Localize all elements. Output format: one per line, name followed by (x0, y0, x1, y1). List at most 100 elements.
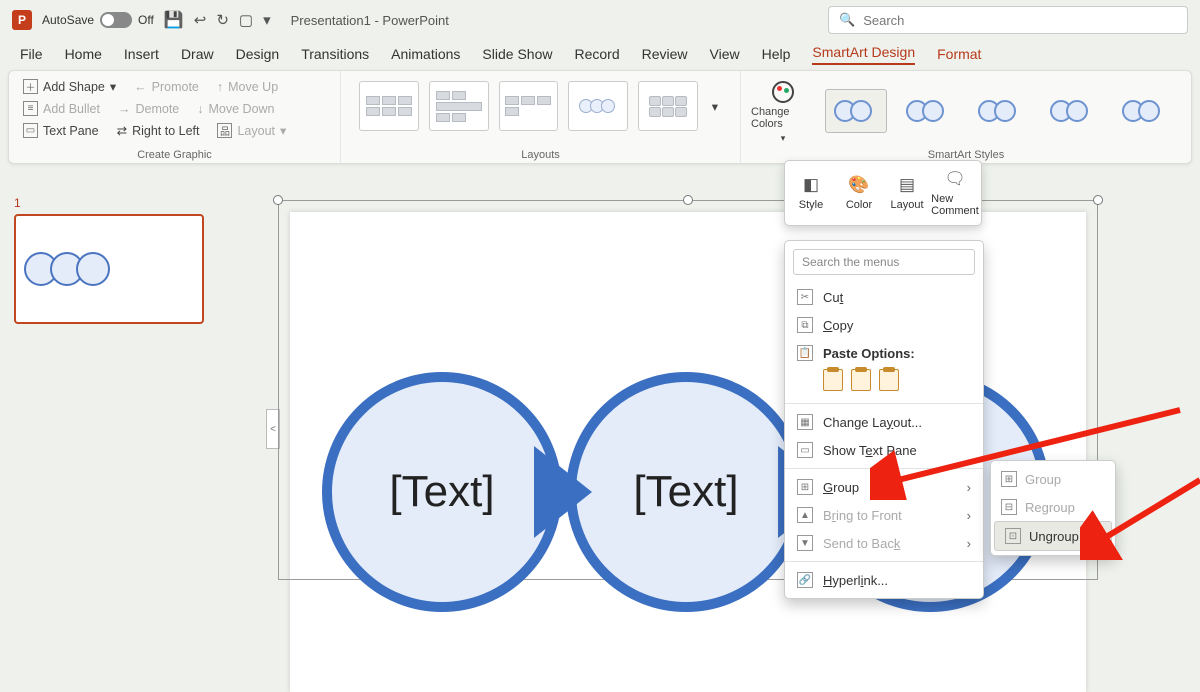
layout-option-5[interactable] (638, 81, 698, 131)
layout-mini-icon: ▤ (899, 175, 915, 195)
autosave-toggle[interactable]: AutoSave Off (42, 12, 154, 28)
app-icon: P (12, 10, 32, 30)
mini-toolbar: ◧Style 🎨Color ▤Layout 🗨New Comment (784, 160, 982, 226)
tab-design[interactable]: Design (236, 46, 280, 62)
text-pane-icon: ▭ (23, 123, 38, 138)
resize-handle-icon[interactable] (273, 195, 283, 205)
add-shape-button[interactable]: ＋Add Shape ▾ (19, 77, 120, 96)
tab-animations[interactable]: Animations (391, 46, 460, 62)
tab-smartart-design[interactable]: SmartArt Design (812, 44, 915, 65)
style-option-1[interactable] (825, 89, 887, 133)
smartart-arrow-1 (534, 446, 592, 538)
shape-text-2: [Text] (633, 467, 738, 517)
menu-bring-to-front: ▲Bring to Front› (785, 501, 983, 529)
smartart-shape-2[interactable]: [Text] (566, 372, 806, 612)
search-placeholder: Search (863, 13, 904, 28)
tab-record[interactable]: Record (574, 46, 619, 62)
tab-format[interactable]: Format (937, 46, 981, 62)
change-layout-icon: ▦ (797, 414, 813, 430)
menu-paste-options-label: 📋Paste Options: (785, 339, 983, 367)
move-up-button[interactable]: ↑Move Up (213, 77, 282, 96)
mini-new-comment-button[interactable]: 🗨New Comment (931, 165, 979, 221)
resize-handle-icon[interactable] (1093, 195, 1103, 205)
rtl-icon: ⇄ (117, 123, 127, 138)
arrow-down-icon: ↓ (197, 102, 203, 116)
document-title: Presentation1 - PowerPoint (291, 13, 449, 28)
add-shape-icon: ＋ (23, 79, 38, 94)
layout-option-1[interactable] (359, 81, 419, 131)
tab-review[interactable]: Review (642, 46, 688, 62)
smartart-shape-1[interactable]: [Text] (322, 372, 562, 612)
paste-option-3[interactable] (879, 369, 899, 391)
search-input[interactable]: 🔍 Search (828, 6, 1188, 34)
mini-layout-button[interactable]: ▤Layout (883, 165, 931, 221)
slide-number: 1 (14, 196, 226, 210)
ribbon: ＋Add Shape ▾ ←Promote ↑Move Up ≡Add Bull… (8, 70, 1192, 164)
menu-search-input[interactable]: Search the menus (793, 249, 975, 275)
layout-button[interactable]: 品Layout ▾ (213, 121, 290, 140)
save-icon[interactable]: 💾 (164, 10, 184, 30)
text-pane-button[interactable]: ▭Text Pane (19, 121, 103, 140)
menu-hyperlink[interactable]: 🔗Hyperlink... (785, 566, 983, 594)
copy-icon: ⧉ (797, 317, 813, 333)
style-option-4[interactable] (1041, 89, 1103, 133)
mini-color-button[interactable]: 🎨Color (835, 165, 883, 221)
style-option-5[interactable] (1113, 89, 1175, 133)
ungroup-icon: ⊡ (1005, 528, 1021, 544)
link-icon: 🔗 (797, 572, 813, 588)
resize-handle-icon[interactable] (683, 195, 693, 205)
mini-style-button[interactable]: ◧Style (787, 165, 835, 221)
tab-insert[interactable]: Insert (124, 46, 159, 62)
ribbon-tabs: File Home Insert Draw Design Transitions… (0, 40, 1200, 68)
tab-draw[interactable]: Draw (181, 46, 214, 62)
redo-icon[interactable]: ↻ (216, 11, 229, 29)
tab-file[interactable]: File (20, 46, 43, 62)
group-label-create-graphic: Create Graphic (19, 147, 330, 161)
layout-option-2[interactable] (429, 81, 489, 131)
bullet-icon: ≡ (23, 101, 38, 116)
shape-text-1: [Text] (389, 467, 494, 517)
layout-option-4[interactable] (568, 81, 628, 131)
menu-cut[interactable]: ✂Cut (785, 283, 983, 311)
annotation-arrow-2 (1080, 470, 1200, 560)
tab-view[interactable]: View (710, 46, 740, 62)
color-icon: 🎨 (848, 175, 869, 195)
tab-help[interactable]: Help (762, 46, 791, 62)
regroup-icon: ⊟ (1001, 499, 1017, 515)
add-bullet-button[interactable]: ≡Add Bullet (19, 99, 104, 118)
demote-button[interactable]: →Demote (114, 99, 183, 118)
menu-send-to-back: ▼Send to Back› (785, 529, 983, 557)
group-label-layouts: Layouts (351, 147, 730, 161)
bring-front-icon: ▲ (797, 507, 813, 523)
arrow-left-icon: ← (134, 80, 147, 94)
autosave-label: AutoSave (42, 13, 94, 27)
slide-thumbnail-1[interactable] (14, 214, 204, 324)
style-option-3[interactable] (969, 89, 1031, 133)
move-down-button[interactable]: ↓Move Down (193, 99, 278, 118)
tab-slideshow[interactable]: Slide Show (482, 46, 552, 62)
layout-option-3[interactable] (499, 81, 559, 131)
toggle-switch-icon (100, 12, 132, 28)
autosave-state: Off (138, 13, 154, 27)
qat-dropdown-icon[interactable]: ▾ (263, 11, 271, 29)
promote-button[interactable]: ←Promote (130, 77, 203, 96)
undo-icon[interactable]: ↩ (194, 11, 207, 29)
style-icon: ◧ (803, 175, 819, 195)
arrow-right-icon: → (118, 102, 131, 116)
layouts-more-button[interactable]: ▾ (708, 97, 722, 116)
paste-option-1[interactable] (823, 369, 843, 391)
cut-icon: ✂ (797, 289, 813, 305)
slide-thumbnails-panel: 1 (0, 174, 240, 600)
present-icon[interactable]: ▢ (239, 11, 253, 29)
tab-home[interactable]: Home (65, 46, 102, 62)
tab-transitions[interactable]: Transitions (301, 46, 369, 62)
paste-option-2[interactable] (851, 369, 871, 391)
change-colors-button[interactable]: Change Colors▾ (751, 77, 815, 144)
style-option-2[interactable] (897, 89, 959, 133)
group-icon: ⊞ (797, 479, 813, 495)
right-to-left-button[interactable]: ⇄Right to Left (113, 121, 204, 140)
send-back-icon: ▼ (797, 535, 813, 551)
paste-icon: 📋 (797, 345, 813, 361)
menu-copy[interactable]: ⧉Copy (785, 311, 983, 339)
arrow-up-icon: ↑ (217, 80, 223, 94)
